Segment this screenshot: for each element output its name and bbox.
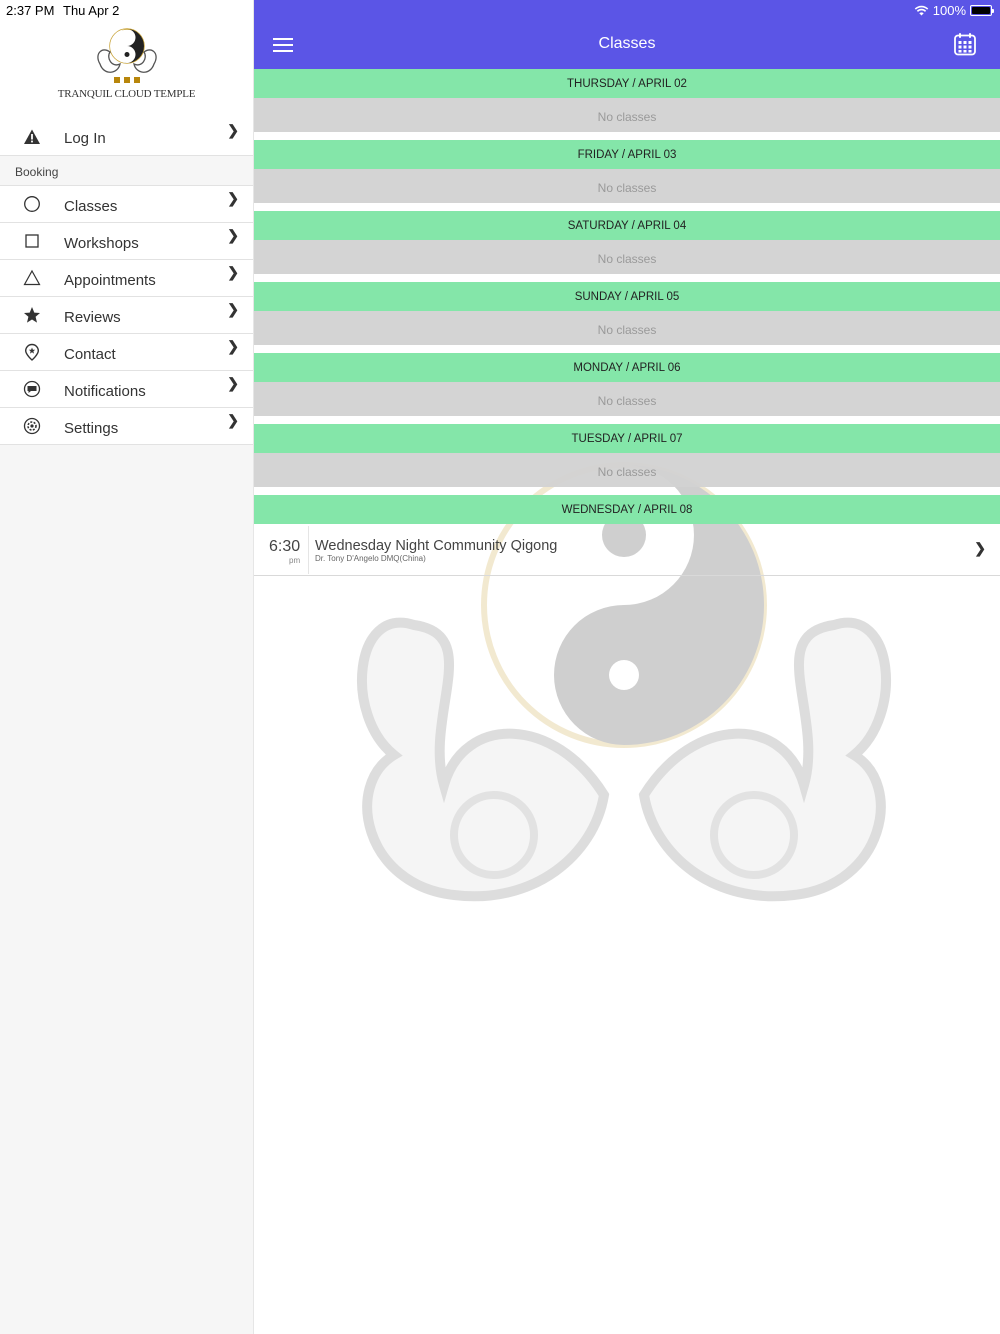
chevron-right-icon: ❯ <box>227 190 239 206</box>
main-content: Classes THURSDAY / APRIL 02 No classes F… <box>254 0 1000 1334</box>
wifi-icon <box>914 5 929 16</box>
day-section: MONDAY / APRIL 06 No classes <box>254 353 1000 416</box>
sidebar-item-label: Settings <box>64 419 119 437</box>
sidebar-item-label: Reviews <box>64 308 121 326</box>
sidebar-item-label: Log In <box>64 130 106 147</box>
status-indicators: 100% <box>914 3 994 18</box>
day-section: SATURDAY / APRIL 04 No classes <box>254 211 1000 274</box>
chevron-right-icon: ❯ <box>227 122 239 138</box>
section-label-booking: Booking <box>0 156 253 186</box>
chevron-right-icon: ❯ <box>227 264 239 280</box>
sidebar-item-contact[interactable]: Contact ❯ <box>0 334 253 371</box>
class-row[interactable]: 6:30 pm Wednesday Night Community Qigong… <box>254 524 1000 576</box>
square-icon <box>0 232 64 250</box>
class-teacher: Dr. Tony D'Angelo DMQ(China) <box>315 554 426 563</box>
sidebar: TRANQUIL CLOUD TEMPLE Log In ❯ Booking C… <box>0 0 254 1334</box>
gear-icon <box>0 417 64 435</box>
day-section: SUNDAY / APRIL 05 No classes <box>254 282 1000 345</box>
class-time: 6:30 <box>269 538 301 555</box>
status-date: Thu Apr 2 <box>63 3 120 18</box>
chevron-right-icon: ❯ <box>974 540 986 556</box>
sidebar-item-workshops[interactable]: Workshops ❯ <box>0 223 253 260</box>
day-section: WEDNESDAY / APRIL 08 6:30 pm Wednesday N… <box>254 495 1000 576</box>
sidebar-item-appointments[interactable]: Appointments ❯ <box>0 260 253 297</box>
warning-icon <box>0 128 64 146</box>
class-ampm: pm <box>289 556 301 565</box>
day-header: MONDAY / APRIL 06 <box>254 353 1000 382</box>
day-header: TUESDAY / APRIL 07 <box>254 424 1000 453</box>
day-header: SUNDAY / APRIL 05 <box>254 282 1000 311</box>
page-title: Classes <box>598 35 656 52</box>
day-section: TUESDAY / APRIL 07 No classes <box>254 424 1000 487</box>
chevron-right-icon: ❯ <box>227 338 239 354</box>
day-section: THURSDAY / APRIL 02 No classes <box>254 69 1000 132</box>
circle-icon <box>0 195 64 213</box>
status-time: 2:37 PM <box>6 3 55 18</box>
sidebar-item-settings[interactable]: Settings ❯ <box>0 408 253 445</box>
battery-percent: 100% <box>932 3 966 18</box>
calendar-icon[interactable] <box>953 32 977 56</box>
sidebar-item-label: Appointments <box>64 271 156 289</box>
sidebar-item-reviews[interactable]: Reviews ❯ <box>0 297 253 334</box>
no-classes-label: No classes <box>254 382 1000 416</box>
no-classes-label: No classes <box>254 240 1000 274</box>
chat-bubble-icon <box>0 380 64 398</box>
chevron-right-icon: ❯ <box>227 301 239 317</box>
triangle-icon <box>0 269 64 287</box>
day-section: FRIDAY / APRIL 03 No classes <box>254 140 1000 203</box>
logo-text: TRANQUIL CLOUD TEMPLE <box>57 88 196 100</box>
chevron-right-icon: ❯ <box>227 375 239 391</box>
sidebar-item-label: Notifications <box>64 382 146 400</box>
sidebar-item-classes[interactable]: Classes ❯ <box>0 186 253 223</box>
battery-icon <box>970 5 994 16</box>
chevron-right-icon: ❯ <box>227 227 239 243</box>
sidebar-item-label: Contact <box>64 345 116 363</box>
sidebar-item-label: Workshops <box>64 234 139 252</box>
sidebar-item-notifications[interactable]: Notifications ❯ <box>0 371 253 408</box>
no-classes-label: No classes <box>254 169 1000 203</box>
day-header: THURSDAY / APRIL 02 <box>254 69 1000 98</box>
chevron-right-icon: ❯ <box>227 412 239 428</box>
no-classes-label: No classes <box>254 311 1000 345</box>
status-bar: 2:37 PM Thu Apr 2 100% <box>0 0 1000 20</box>
sidebar-item-login[interactable]: Log In ❯ <box>0 118 253 156</box>
sidebar-item-label: Classes <box>64 197 118 215</box>
no-classes-label: No classes <box>254 98 1000 132</box>
day-header: WEDNESDAY / APRIL 08 <box>254 495 1000 524</box>
class-title: Wednesday Night Community Qigong <box>315 538 558 554</box>
class-divider <box>308 526 309 574</box>
day-header: FRIDAY / APRIL 03 <box>254 140 1000 169</box>
day-header: SATURDAY / APRIL 04 <box>254 211 1000 240</box>
location-pin-icon <box>0 343 64 361</box>
temple-logo-icon <box>96 28 157 83</box>
star-icon <box>0 306 64 324</box>
no-classes-label: No classes <box>254 453 1000 487</box>
